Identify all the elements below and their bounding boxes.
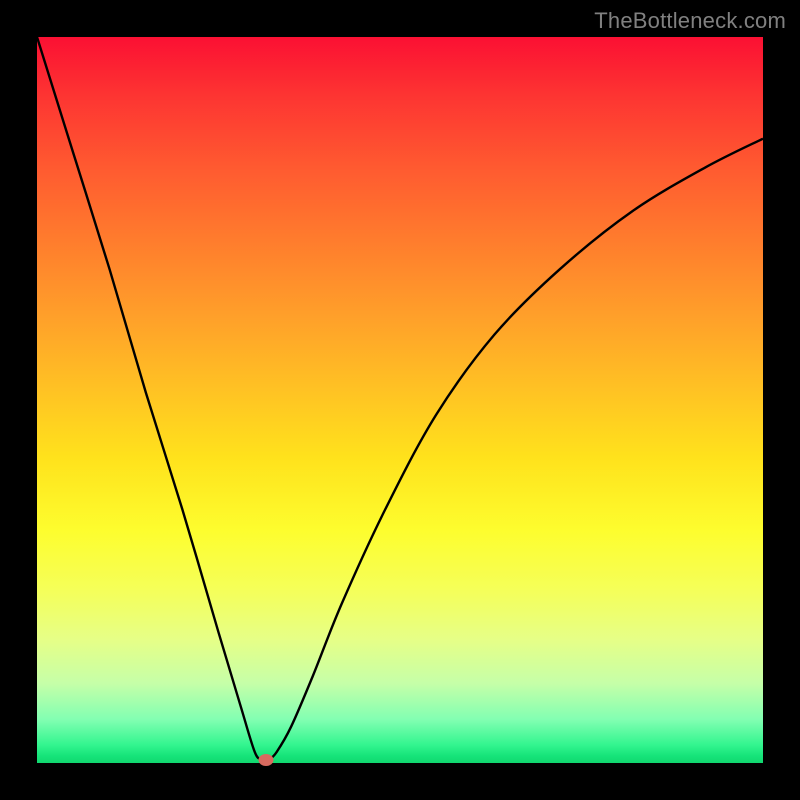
- plot-area: [37, 37, 763, 763]
- chart-frame: TheBottleneck.com: [0, 0, 800, 800]
- minimum-marker: [258, 754, 273, 766]
- curve-svg: [37, 37, 763, 763]
- watermark-text: TheBottleneck.com: [594, 8, 786, 34]
- bottleneck-curve: [37, 37, 763, 760]
